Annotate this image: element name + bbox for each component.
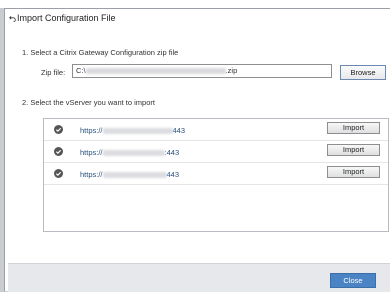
import-dialog: Import Configuration File 1. Select a Ci…: [4, 8, 390, 291]
dialog-footer: Close: [8, 263, 390, 292]
zip-path-prefix: C:\: [76, 66, 86, 75]
list-item: https://443 Import: [44, 163, 388, 185]
zip-file-label: Zip file:: [41, 68, 66, 77]
import-button[interactable]: Import: [327, 166, 380, 178]
checkmark-circle-icon: [54, 169, 63, 178]
zip-path-suffix: .zip: [225, 66, 238, 75]
checkmark-circle-icon: [54, 147, 63, 156]
import-button[interactable]: Import: [327, 122, 380, 134]
vserver-url: https://443: [80, 126, 186, 135]
vserver-url: https://443: [80, 170, 180, 179]
dialog-header: Import Configuration File: [9, 13, 116, 23]
step2-label: 2. Select the vServer you want to import: [22, 98, 155, 107]
redacted-path: [85, 68, 226, 75]
list-item: https://443 Import: [44, 119, 388, 141]
zip-file-input[interactable]: C:\ .zip: [72, 64, 332, 78]
step1-label: 1. Select a Citrix Gateway Configuration…: [22, 48, 179, 57]
browse-button[interactable]: Browse: [340, 65, 386, 80]
vserver-list: https://443 Import https://:443 Import h…: [43, 118, 389, 232]
list-item: https://:443 Import: [44, 141, 388, 163]
dialog-title: Import Configuration File: [17, 13, 116, 23]
vserver-url: https://:443: [80, 148, 180, 157]
checkmark-circle-icon: [54, 125, 63, 134]
import-button[interactable]: Import: [327, 144, 380, 156]
back-arrow-icon[interactable]: [9, 15, 16, 22]
close-button[interactable]: Close: [330, 273, 376, 288]
